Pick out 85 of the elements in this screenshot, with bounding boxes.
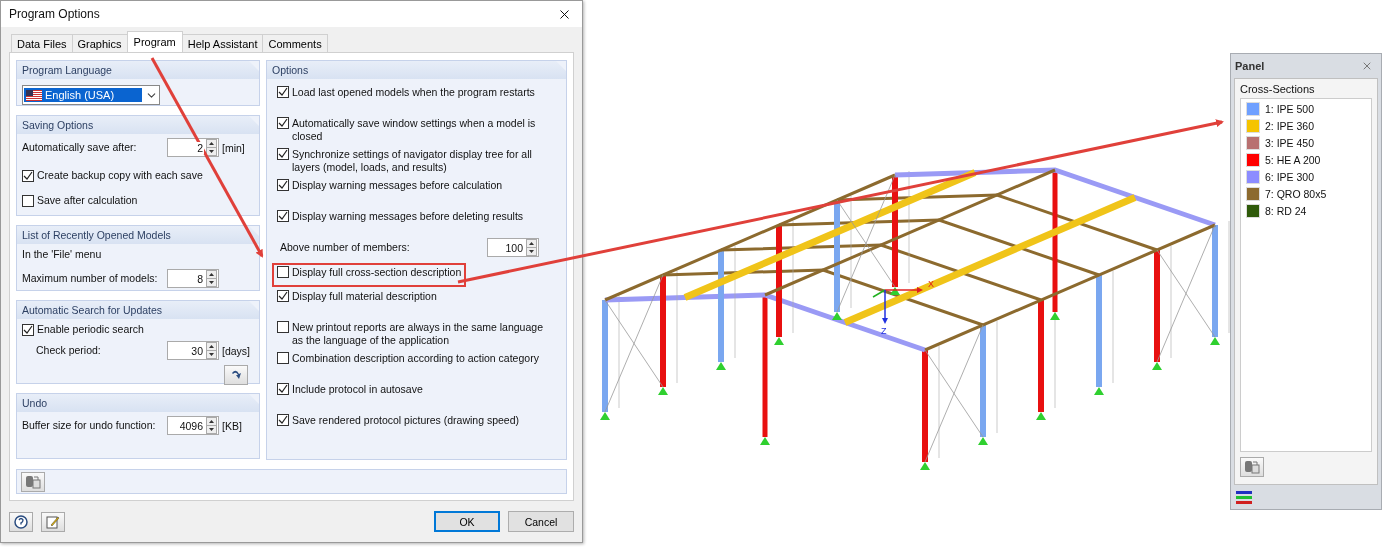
field-label: Maximum number of models:: [22, 272, 159, 285]
field-label: Check period:: [36, 344, 102, 357]
list-item[interactable]: 7: QRO 80x5: [1265, 187, 1327, 201]
group-title: Automatic Search for Updates: [17, 301, 259, 319]
checkbox[interactable]: [22, 323, 34, 336]
number-field[interactable]: 4096: [167, 416, 219, 435]
checkbox-label: Create backup copy with each save: [37, 169, 203, 182]
field-label: Automatically save after:: [22, 141, 138, 154]
checkbox[interactable]: [277, 383, 289, 395]
checkbox-label: Combination description according to action category: [292, 352, 539, 365]
edit-button[interactable]: [41, 511, 65, 532]
color-legend-icon[interactable]: [1236, 490, 1252, 504]
checkbox-label: Automatically save window settings when a model is closed: [292, 117, 537, 143]
checkbox-label: Synchronize settings of navigator display tree for all layers (model, loads, and results): [292, 148, 533, 174]
refresh-button[interactable]: [224, 365, 248, 385]
tab[interactable]: Program: [126, 31, 183, 52]
group-title: Program Language: [17, 61, 259, 79]
tab[interactable]: Data Files: [11, 34, 73, 52]
unit-label: [days]: [222, 344, 251, 357]
axis-label: X: [928, 279, 934, 289]
transfer-button[interactable]: [1240, 457, 1264, 477]
checkbox[interactable]: [277, 290, 289, 302]
spin-buttons-icon[interactable]: [206, 139, 217, 156]
checkbox-label: Load last opened models when the program restarts: [292, 86, 535, 99]
checkbox-label: Display warning messages before calculation: [292, 179, 503, 192]
checkbox[interactable]: [22, 194, 34, 207]
number-field[interactable]: 100: [487, 238, 539, 257]
list-item[interactable]: 6: IPE 300: [1265, 170, 1315, 184]
dialog-button[interactable]: Cancel: [508, 511, 574, 532]
field-label: Above number of members:: [280, 241, 411, 254]
unit-label: [min]: [222, 141, 246, 154]
axis-label: Z: [881, 326, 887, 336]
tab[interactable]: Graphics: [71, 34, 128, 52]
list-item[interactable]: 1: IPE 500: [1265, 102, 1315, 116]
group-title: Options: [267, 61, 566, 79]
pencil-note-icon: [46, 514, 60, 529]
checkbox[interactable]: [277, 117, 289, 129]
checkbox-label: Display full cross-section description: [292, 266, 462, 279]
checkbox[interactable]: [277, 414, 289, 426]
checkbox[interactable]: [277, 148, 289, 160]
settings-transfer-icon: [1244, 460, 1260, 474]
flag-icon: [26, 89, 42, 101]
checkbox-label: Display full material description: [292, 290, 437, 303]
spin-buttons-icon[interactable]: [526, 239, 537, 256]
window-title: Program Options: [9, 7, 100, 21]
help-button[interactable]: [9, 511, 33, 532]
field-label: Buffer size for undo function:: [22, 419, 157, 432]
group-title: Saving Options: [17, 116, 259, 134]
checkbox[interactable]: [277, 210, 289, 222]
checkbox[interactable]: [277, 86, 289, 98]
tab[interactable]: Comments: [262, 34, 328, 52]
language-dropdown[interactable]: English (USA): [22, 85, 160, 105]
list-item[interactable]: 3: IPE 450: [1265, 136, 1315, 150]
checkbox[interactable]: [277, 352, 289, 364]
checkbox-label: Enable periodic search: [37, 323, 144, 336]
settings-transfer-icon: [25, 474, 41, 489]
checkbox-label: Save rendered protocol pictures (drawing speed): [292, 414, 520, 427]
checkbox[interactable]: [22, 169, 34, 182]
number-field[interactable]: 2: [167, 138, 219, 157]
checkbox[interactable]: [277, 321, 289, 333]
close-icon: [1361, 60, 1373, 72]
checkbox-label: New printout reports are always in the same language as the language of the application: [292, 321, 544, 347]
tab[interactable]: Help Assistant: [181, 34, 264, 52]
help-icon: [14, 514, 28, 529]
checkbox-label: Save after calculation: [37, 194, 138, 207]
checkbox-label: Include protocol in autosave: [292, 383, 423, 396]
spin-buttons-icon[interactable]: [206, 342, 217, 359]
number-field[interactable]: 30: [167, 341, 219, 360]
list-item[interactable]: 2: IPE 360: [1265, 119, 1315, 133]
group-title: List of Recently Opened Models: [17, 226, 259, 244]
coordinate-axes-icon: [872, 287, 923, 324]
dialog-button[interactable]: OK: [434, 511, 500, 532]
transfer-button[interactable]: [21, 471, 45, 492]
panel-title: Panel: [1235, 60, 1265, 72]
section-text: In the 'File' menu: [22, 248, 102, 261]
number-field[interactable]: 8: [167, 269, 219, 288]
checkbox[interactable]: [277, 179, 289, 191]
checkbox-label: Display warning messages before deleting results: [292, 210, 524, 223]
checkbox[interactable]: [277, 266, 289, 278]
group-title: Undo: [17, 394, 259, 412]
list-item[interactable]: 5: HE A 200: [1265, 153, 1321, 167]
spin-buttons-icon[interactable]: [206, 417, 217, 434]
list-item[interactable]: 8: RD 24: [1265, 204, 1307, 218]
spin-buttons-icon[interactable]: [206, 270, 217, 287]
unit-label: [KB]: [222, 419, 243, 432]
